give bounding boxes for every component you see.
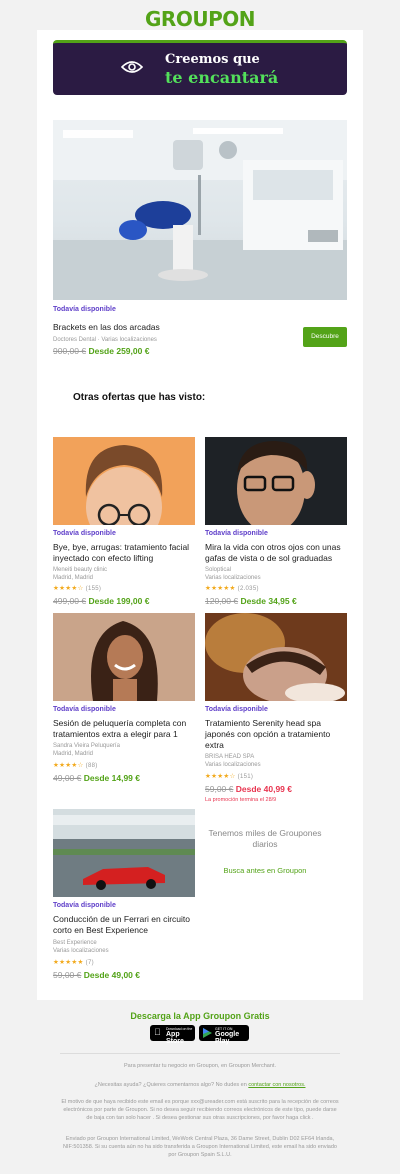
deal-image-facial[interactable] [53,437,195,525]
footer-divider [60,1053,340,1054]
deal-new-price: Desde 40,99 € [235,784,292,794]
deal-price: 499,00 € Desde 199,00 € [53,596,149,606]
deal-merchant: Best Experience [53,940,97,946]
deal-price: 59,00 € Desde 40,99 € [205,784,292,794]
deal-availability: Todavía disponible [53,530,116,537]
deal-old-price: 49,00 € [53,773,82,783]
app-store-button[interactable]:  Download on the App Store [150,1025,195,1045]
deal-merchant: Meneiti beauty clinic [53,567,108,573]
search-groupon-link[interactable]: Busca antes en Groupon [205,866,325,875]
footer-sender: Enviado por Groupon International Limite… [63,1136,337,1158]
deal-availability: Todavía disponible [205,530,268,537]
deal-location: Madrid, Madrid [53,575,94,581]
apple-icon:  [154,1027,161,1037]
rating-stars-icon: ★★★★★ [205,585,236,592]
contact-us-link[interactable]: contactar con nosotros. [248,1082,305,1088]
hero-new-price: Desde 259,00 € [88,346,150,356]
google-play-label: Google Play [215,1031,240,1045]
deal-title[interactable]: Sesión de peluquería completa con tratam… [53,718,195,740]
banner-line-2: te encantará [165,68,279,87]
deal-new-price: Desde 14,99 € [83,773,140,783]
rating-count: (7) [85,960,94,966]
promo-end-notice: La promoción termina el 28/9 [205,797,277,803]
footer-help: ¿Necesitas ayuda? ¿Quieres comentarnos a… [60,1081,340,1089]
deal-title[interactable]: Conducción de un Ferrari en circuito cor… [53,914,195,936]
deal-rating: ★★★★☆ (88) [53,761,98,769]
deal-old-price: 120,00 € [205,596,239,606]
deal-image-head-spa[interactable] [205,613,347,701]
deal-new-price: Desde 199,00 € [88,596,150,606]
deal-new-price: Desde 34,95 € [240,596,297,606]
rating-count: (88) [85,763,98,769]
deal-rating: ★★★★☆ (155) [53,584,101,592]
rating-stars-icon: ★★★★☆ [53,585,84,592]
deal-availability: Todavía disponible [205,706,268,713]
rating-stars-icon: ★★★★★ [53,959,84,966]
deal-merchant: Sandra Vieira Peluquería [53,743,120,749]
hero-old-price: 900,00 € [53,346,87,356]
deal-image-hair[interactable] [53,613,195,701]
deal-location: Varias localizaciones [53,948,109,954]
deal-new-price: Desde 49,00 € [83,970,140,980]
deal-merchant: BRISA HEAD SPA [205,754,255,760]
promo-box-text: Tenemos miles de Groupones diarios [208,828,322,849]
recommendation-banner: Creemos que te encantará [53,40,347,95]
deal-rating: ★★★★☆ (151) [205,772,253,780]
deal-rating: ★★★★★ (2.035) [205,584,259,592]
footer-legal: El motivo de que haya recibido este emai… [61,1099,339,1121]
footer-help-text: ¿Necesitas ayuda? ¿Quieres comentarnos a… [94,1082,247,1088]
deal-old-price: 59,00 € [205,784,234,794]
deal-title[interactable]: Mira la vida con otros ojos con unas gaf… [205,542,347,564]
rating-count: (155) [85,586,102,592]
rating-stars-icon: ★★★★☆ [53,762,84,769]
deal-availability: Todavía disponible [53,706,116,713]
deal-title[interactable]: Bye, bye, arrugas: tratamiento facial in… [53,542,195,564]
deal-location: Varias localizaciones [205,762,261,768]
deal-location: Madrid, Madrid [53,751,94,757]
section-title: Otras ofertas que has visto: [73,392,206,403]
deal-merchant: Soloptical [205,567,232,573]
groupon-logo[interactable]: GROUPON [0,7,400,31]
deal-location: Varias localizaciones [205,575,261,581]
discover-button[interactable]: Descubre [303,327,347,347]
hero-deal-image[interactable] [53,120,347,300]
rating-count: (2.035) [237,586,259,592]
footer-merchant[interactable]: Para presentar tu negocio en Groupon, en… [60,1062,340,1070]
app-download-title: Descarga la App Groupon Gratis [130,1011,270,1021]
deal-price: 120,00 € Desde 34,95 € [205,596,297,606]
deal-image-glasses[interactable] [205,437,347,525]
google-play-icon [203,1028,212,1038]
rating-count: (151) [237,774,254,780]
hero-merchant: Doctores Dental · Varias localizaciones [53,337,157,343]
banner-line-1: Creemos que [165,52,260,67]
deal-price: 59,00 € Desde 49,00 € [53,970,140,980]
eye-icon [121,61,143,73]
hero-deal-title[interactable]: Brackets en las dos arcadas [53,322,283,333]
rating-stars-icon: ★★★★☆ [205,773,236,780]
deal-title[interactable]: Tratamiento Serenity head spa japonés co… [205,718,347,751]
deal-old-price: 59,00 € [53,970,82,980]
hero-price: 900,00 € Desde 259,00 € [53,346,149,356]
deal-image-ferrari[interactable] [53,809,195,897]
app-store-label: App Store [166,1031,184,1045]
email-card: Creemos que te encantará Todavía disponi… [37,30,363,1000]
hero-availability: Todavía disponible [53,306,116,313]
deal-old-price: 499,00 € [53,596,87,606]
deal-rating: ★★★★★ (7) [53,958,94,966]
deal-availability: Todavía disponible [53,902,116,909]
google-play-button[interactable]: GET IT ON Google Play [199,1025,249,1045]
deal-price: 49,00 € Desde 14,99 € [53,773,140,783]
